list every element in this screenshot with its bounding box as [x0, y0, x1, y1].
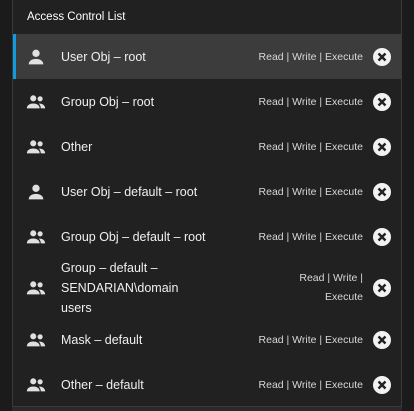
acl-entry[interactable]: Other Read | Write | Execute [13, 124, 401, 169]
group-icon [25, 374, 47, 396]
acl-entry[interactable]: User Obj – default – root Read | Write |… [13, 169, 401, 214]
entry-permissions: Read | Write | Execute [258, 230, 363, 243]
entry-name: Group – default – SENDARIAN\domain users [61, 261, 179, 315]
entry-permissions: Read | Write | Execute [258, 333, 363, 346]
person-icon [25, 181, 47, 203]
left-gutter [0, 0, 12, 411]
acl-entry[interactable]: Other – default Read | Write | Execute [13, 362, 401, 407]
entry-name: Mask – default [61, 332, 143, 347]
group-icon [25, 136, 47, 158]
acl-entry[interactable]: Group Obj – root Read | Write | Execute [13, 79, 401, 124]
group-icon [25, 329, 47, 351]
close-icon [377, 232, 387, 241]
remove-entry-button[interactable] [373, 137, 391, 156]
entry-name: Group Obj – root [61, 94, 155, 109]
acl-header: Access Control List [13, 0, 401, 34]
entry-permissions: Read | Write | Execute [258, 140, 363, 153]
entry-name: Group Obj – default – root [61, 229, 206, 244]
entry-name: User Obj – root [61, 49, 146, 64]
acl-entry[interactable]: Group Obj – default – root Read | Write … [13, 214, 401, 259]
close-icon [377, 187, 387, 196]
close-icon [377, 335, 387, 344]
acl-panel: Access Control List User Obj – root Read… [12, 0, 402, 407]
entry-permissions: Read | Write | Execute [299, 272, 363, 303]
group-icon [25, 277, 47, 299]
entry-permissions: Read | Write | Execute [258, 185, 363, 198]
person-icon [25, 46, 47, 68]
entry-permissions: Read | Write | Execute [258, 50, 363, 63]
acl-entry[interactable]: Mask – default Read | Write | Execute [13, 317, 401, 362]
remove-entry-button[interactable] [373, 375, 391, 394]
remove-entry-button[interactable] [373, 279, 391, 297]
remove-entry-button[interactable] [373, 92, 391, 111]
group-icon [25, 91, 47, 113]
acl-entry[interactable]: Group – default – SENDARIAN\domain users… [13, 259, 401, 317]
entry-name: User Obj – default – root [61, 184, 198, 199]
close-icon [377, 97, 387, 106]
close-icon [377, 283, 387, 293]
close-icon [377, 52, 387, 61]
entry-name: Other – default [61, 377, 144, 392]
acl-title: Access Control List [27, 11, 126, 23]
right-gutter [402, 0, 414, 411]
remove-entry-button[interactable] [373, 330, 391, 349]
group-icon [25, 226, 47, 248]
close-icon [377, 380, 387, 389]
remove-entry-button[interactable] [373, 182, 391, 201]
entry-permissions: Read | Write | Execute [258, 95, 363, 108]
close-icon [377, 142, 387, 151]
remove-entry-button[interactable] [373, 47, 391, 66]
entry-permissions: Read | Write | Execute [258, 378, 363, 391]
entry-name: Other [61, 139, 93, 154]
acl-entry[interactable]: User Obj – root Read | Write | Execute [13, 34, 401, 79]
remove-entry-button[interactable] [373, 227, 391, 246]
